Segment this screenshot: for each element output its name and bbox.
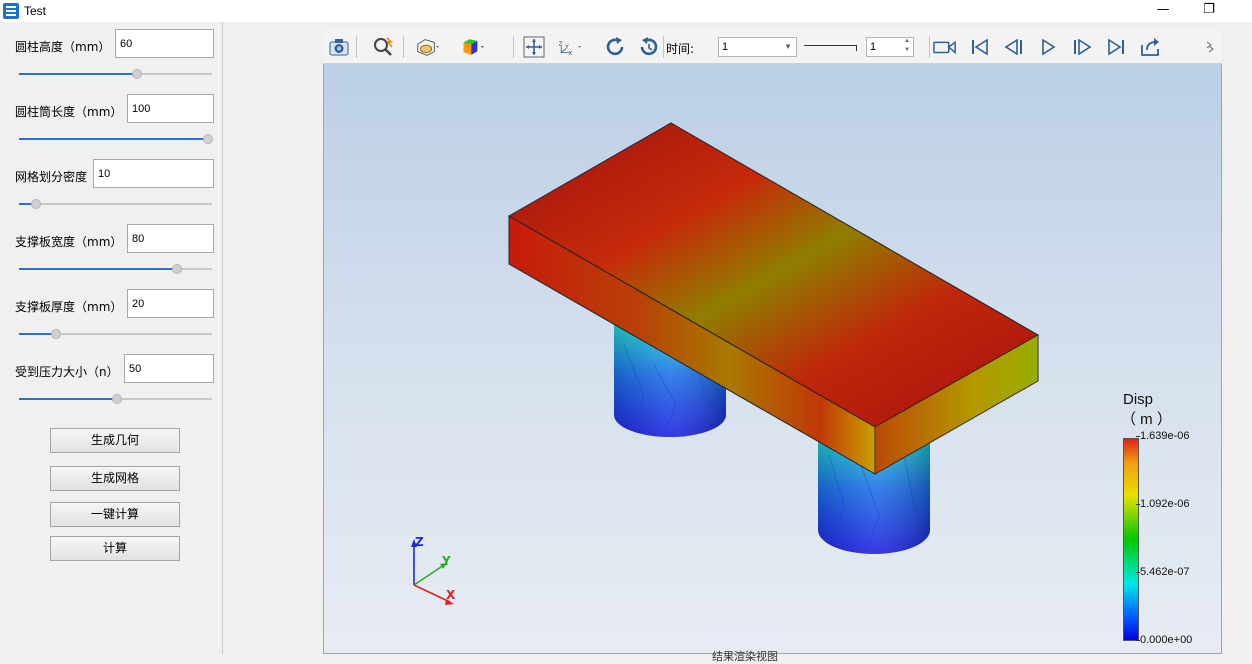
- export-icon[interactable]: [1138, 35, 1162, 59]
- param-label-pressure: 受到压力大小（n）: [15, 365, 119, 379]
- time-select[interactable]: 1 ▼: [718, 37, 797, 57]
- maximize-button[interactable]: ❐: [1186, 0, 1232, 22]
- slider-thumb[interactable]: [203, 134, 214, 144]
- fem-result-view[interactable]: Z Y X: [324, 65, 1222, 654]
- legend-color-bar: [1123, 438, 1139, 641]
- compute-button[interactable]: 计算: [50, 536, 180, 561]
- plate-width-slider[interactable]: [19, 263, 212, 275]
- param-label-cylinder-height: 圆柱高度（mm）: [15, 40, 111, 54]
- axis-x-label: X: [446, 588, 456, 602]
- generate-mesh-button[interactable]: 生成网格: [50, 466, 180, 491]
- mesh-density-slider[interactable]: [19, 198, 212, 210]
- pressure-slider[interactable]: [19, 393, 212, 405]
- cylinder-length-slider[interactable]: [19, 133, 214, 145]
- param-label-plate-width: 支撑板宽度（mm）: [15, 235, 123, 249]
- viewport-caption: 结果渲染视图: [712, 650, 778, 663]
- cylinder-height-input[interactable]: [115, 29, 214, 58]
- rotate-icon[interactable]: [603, 35, 627, 59]
- toolbar-overflow-icon[interactable]: [1203, 35, 1217, 59]
- slider-thumb[interactable]: [50, 329, 61, 339]
- support-plate: [507, 122, 1040, 475]
- reset-view-icon[interactable]: [637, 35, 661, 59]
- step-spinbox[interactable]: 1 ▲ ▼: [866, 37, 914, 57]
- legend-tick-2: 1.092e-06: [1136, 498, 1190, 510]
- legend-tick-3: 5.462e-07: [1136, 566, 1190, 578]
- one-click-compute-button[interactable]: 一键计算: [50, 502, 180, 527]
- legend-unit: （ m ）: [1121, 411, 1172, 428]
- legend-tick-max: 1.639e-06: [1136, 430, 1190, 442]
- parameter-panel: 圆柱高度（mm） 圆柱筒长度（mm） 网格划分密度 支撑板宽度（mm） 支撑板厚…: [0, 22, 223, 654]
- svg-text:X: X: [568, 51, 572, 57]
- first-frame-icon[interactable]: [968, 35, 992, 59]
- prev-frame-icon[interactable]: [1002, 35, 1026, 59]
- plate-thickness-input[interactable]: [127, 289, 214, 318]
- record-icon[interactable]: [933, 35, 957, 59]
- color-cube-icon[interactable]: [461, 35, 485, 59]
- slider-thumb[interactable]: [131, 69, 142, 79]
- window-title: Test: [24, 4, 47, 18]
- plate-thickness-slider[interactable]: [19, 328, 212, 340]
- cylinder-length-input[interactable]: [127, 94, 214, 123]
- viewer-toolbar: ZYX 时间: 1 ▼ 1 ▲ ▼: [323, 30, 1222, 64]
- app-icon: [3, 3, 19, 19]
- svg-text:Z: Z: [559, 41, 563, 47]
- param-label-mesh-density: 网格划分密度: [15, 170, 88, 184]
- param-label-plate-thickness: 支撑板厚度（mm）: [15, 300, 123, 314]
- camera-icon[interactable]: [327, 35, 351, 59]
- param-label-cylinder-length: 圆柱筒长度（mm）: [15, 105, 123, 119]
- pan-icon[interactable]: [522, 35, 546, 59]
- next-frame-icon[interactable]: [1070, 35, 1094, 59]
- time-label: 时间:: [666, 42, 695, 56]
- play-icon[interactable]: [1036, 35, 1060, 59]
- plate-width-input[interactable]: [127, 224, 214, 253]
- axis-z-label: Z: [415, 535, 424, 549]
- cylinder-height-slider[interactable]: [19, 68, 212, 80]
- slider-thumb[interactable]: [112, 394, 123, 404]
- slider-thumb[interactable]: [31, 199, 42, 209]
- pressure-input[interactable]: [124, 354, 214, 383]
- mesh-density-input[interactable]: [93, 159, 214, 188]
- axis-y-label: Y: [441, 554, 451, 568]
- timeline-slider[interactable]: [804, 45, 857, 51]
- zoom-fit-icon[interactable]: [371, 35, 395, 59]
- generate-geometry-button[interactable]: 生成几何: [50, 428, 180, 453]
- legend-tick-min: 0.000e+00: [1135, 634, 1193, 646]
- slider-thumb[interactable]: [172, 264, 183, 274]
- axes-orient-icon[interactable]: ZYX: [558, 35, 582, 59]
- minimize-button[interactable]: —: [1140, 0, 1186, 22]
- axes-triad: Z Y X: [411, 535, 456, 605]
- last-frame-icon[interactable]: [1104, 35, 1128, 59]
- title-bar: Test — ❐: [0, 0, 1252, 22]
- view-style-icon[interactable]: [415, 35, 439, 59]
- legend-title: Disp: [1123, 391, 1154, 408]
